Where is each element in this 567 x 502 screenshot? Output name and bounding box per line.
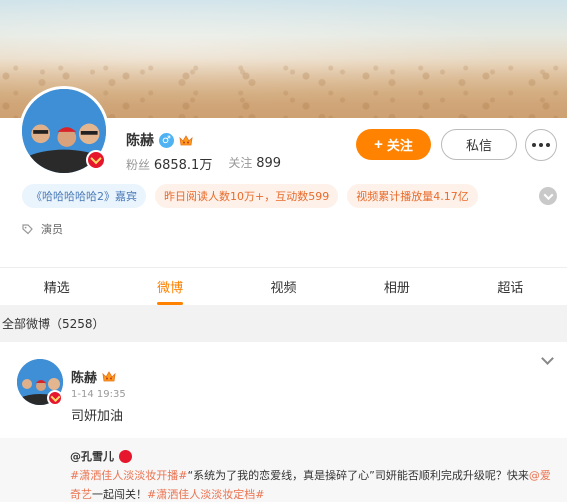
profile-stats: 粉丝 6858.1万 关注 899 xyxy=(126,154,281,173)
reposted-content[interactable]: @孔雪儿 #潇洒佳人淡淡妆开播#“系统为了我的恋爱线，真是操碎了心”司妍能否顺利… xyxy=(0,438,567,502)
verified-badge-icon xyxy=(86,150,106,170)
fans-count: 6858.1万 xyxy=(153,158,213,173)
more-options-button[interactable] xyxy=(525,129,557,161)
fans-label: 粉丝 xyxy=(126,158,151,172)
post-timestamp[interactable]: 1-14 19:35 xyxy=(71,389,126,400)
follow-button[interactable]: + 关注 xyxy=(356,129,431,160)
repost-author[interactable]: @孔雪儿 xyxy=(70,448,114,464)
tab-weibo[interactable]: 微博 xyxy=(113,268,226,305)
repost-text: #潇洒佳人淡淡妆开播#“系统为了我的恋爱线，真是操碎了心”司妍能否顺利完成升级呢… xyxy=(70,466,560,502)
following-label: 关注 xyxy=(228,156,253,170)
plus-icon: + xyxy=(374,136,383,153)
profile-role: 演员 xyxy=(22,221,63,237)
repost-body-text: “系统为了我的恋爱线，真是操碎了心”司妍能否顺利完成升级呢？快来 xyxy=(187,469,529,482)
post-menu-chevron-icon[interactable] xyxy=(541,354,553,366)
male-gender-icon: ♂ xyxy=(159,132,174,148)
post-vip-crown-icon xyxy=(102,371,116,382)
follow-button-label: 关注 xyxy=(386,138,413,153)
repost-verified-icon xyxy=(119,449,132,463)
weibo-post: 陈赫 1-14 19:35 司妍加油 @孔雪儿 #潇洒佳人淡淡妆开播#“系统为了… xyxy=(0,342,567,502)
profile-name: 陈赫 xyxy=(126,133,154,149)
role-text: 演员 xyxy=(41,223,63,236)
expand-tags-chevron-icon[interactable] xyxy=(539,187,557,205)
post-author-name[interactable]: 陈赫 xyxy=(71,367,97,386)
tab-video[interactable]: 视频 xyxy=(227,268,340,305)
hashtag-link-2[interactable]: #潇洒佳人淡淡妆定档# xyxy=(147,488,264,501)
repost-body-text-2: 一起闯关！ xyxy=(92,488,147,501)
profile-page: 陈赫 ♂ 粉丝 6858.1万 关注 899 + 关注 私信 《哈哈哈哈哈2》嘉… xyxy=(0,0,567,502)
post-verified-badge-icon xyxy=(47,390,63,406)
post-text: 司妍加油 xyxy=(71,409,124,424)
more-dot-icon xyxy=(532,143,536,147)
tag-reads[interactable]: 昨日阅读人数10万+，互动数599 xyxy=(155,184,339,208)
message-button[interactable]: 私信 xyxy=(441,129,517,160)
tag-guest[interactable]: 《哈哈哈哈哈2》嘉宾 xyxy=(22,184,146,208)
profile-tabs: 精选 微博 视频 相册 超话 xyxy=(0,267,567,305)
profile-name-row: 陈赫 ♂ xyxy=(126,130,193,150)
tag-video-plays[interactable]: 视频累计播放量4.17亿 xyxy=(347,184,478,208)
vip-crown-icon xyxy=(179,134,193,145)
tab-supertopic[interactable]: 超话 xyxy=(454,268,567,305)
more-dot-icon xyxy=(539,143,543,147)
all-weibo-header[interactable]: 全部微博（5258） xyxy=(0,305,567,342)
label-tag-icon xyxy=(22,223,33,234)
profile-tags: 《哈哈哈哈哈2》嘉宾 昨日阅读人数10万+，互动数599 视频累计播放量4.17… xyxy=(22,184,478,208)
hashtag-link[interactable]: #潇洒佳人淡淡妆开播# xyxy=(70,469,187,482)
more-dot-icon xyxy=(546,143,550,147)
post-author-row: 陈赫 xyxy=(71,367,116,386)
following-stat[interactable]: 关注 899 xyxy=(228,154,281,173)
following-count: 899 xyxy=(256,156,282,171)
tab-featured[interactable]: 精选 xyxy=(0,268,113,305)
tab-album[interactable]: 相册 xyxy=(340,268,453,305)
repost-author-row: @孔雪儿 xyxy=(70,448,567,464)
all-weibo-count: 全部微博（5258） xyxy=(2,317,105,331)
fans-stat[interactable]: 粉丝 6858.1万 xyxy=(126,154,212,173)
